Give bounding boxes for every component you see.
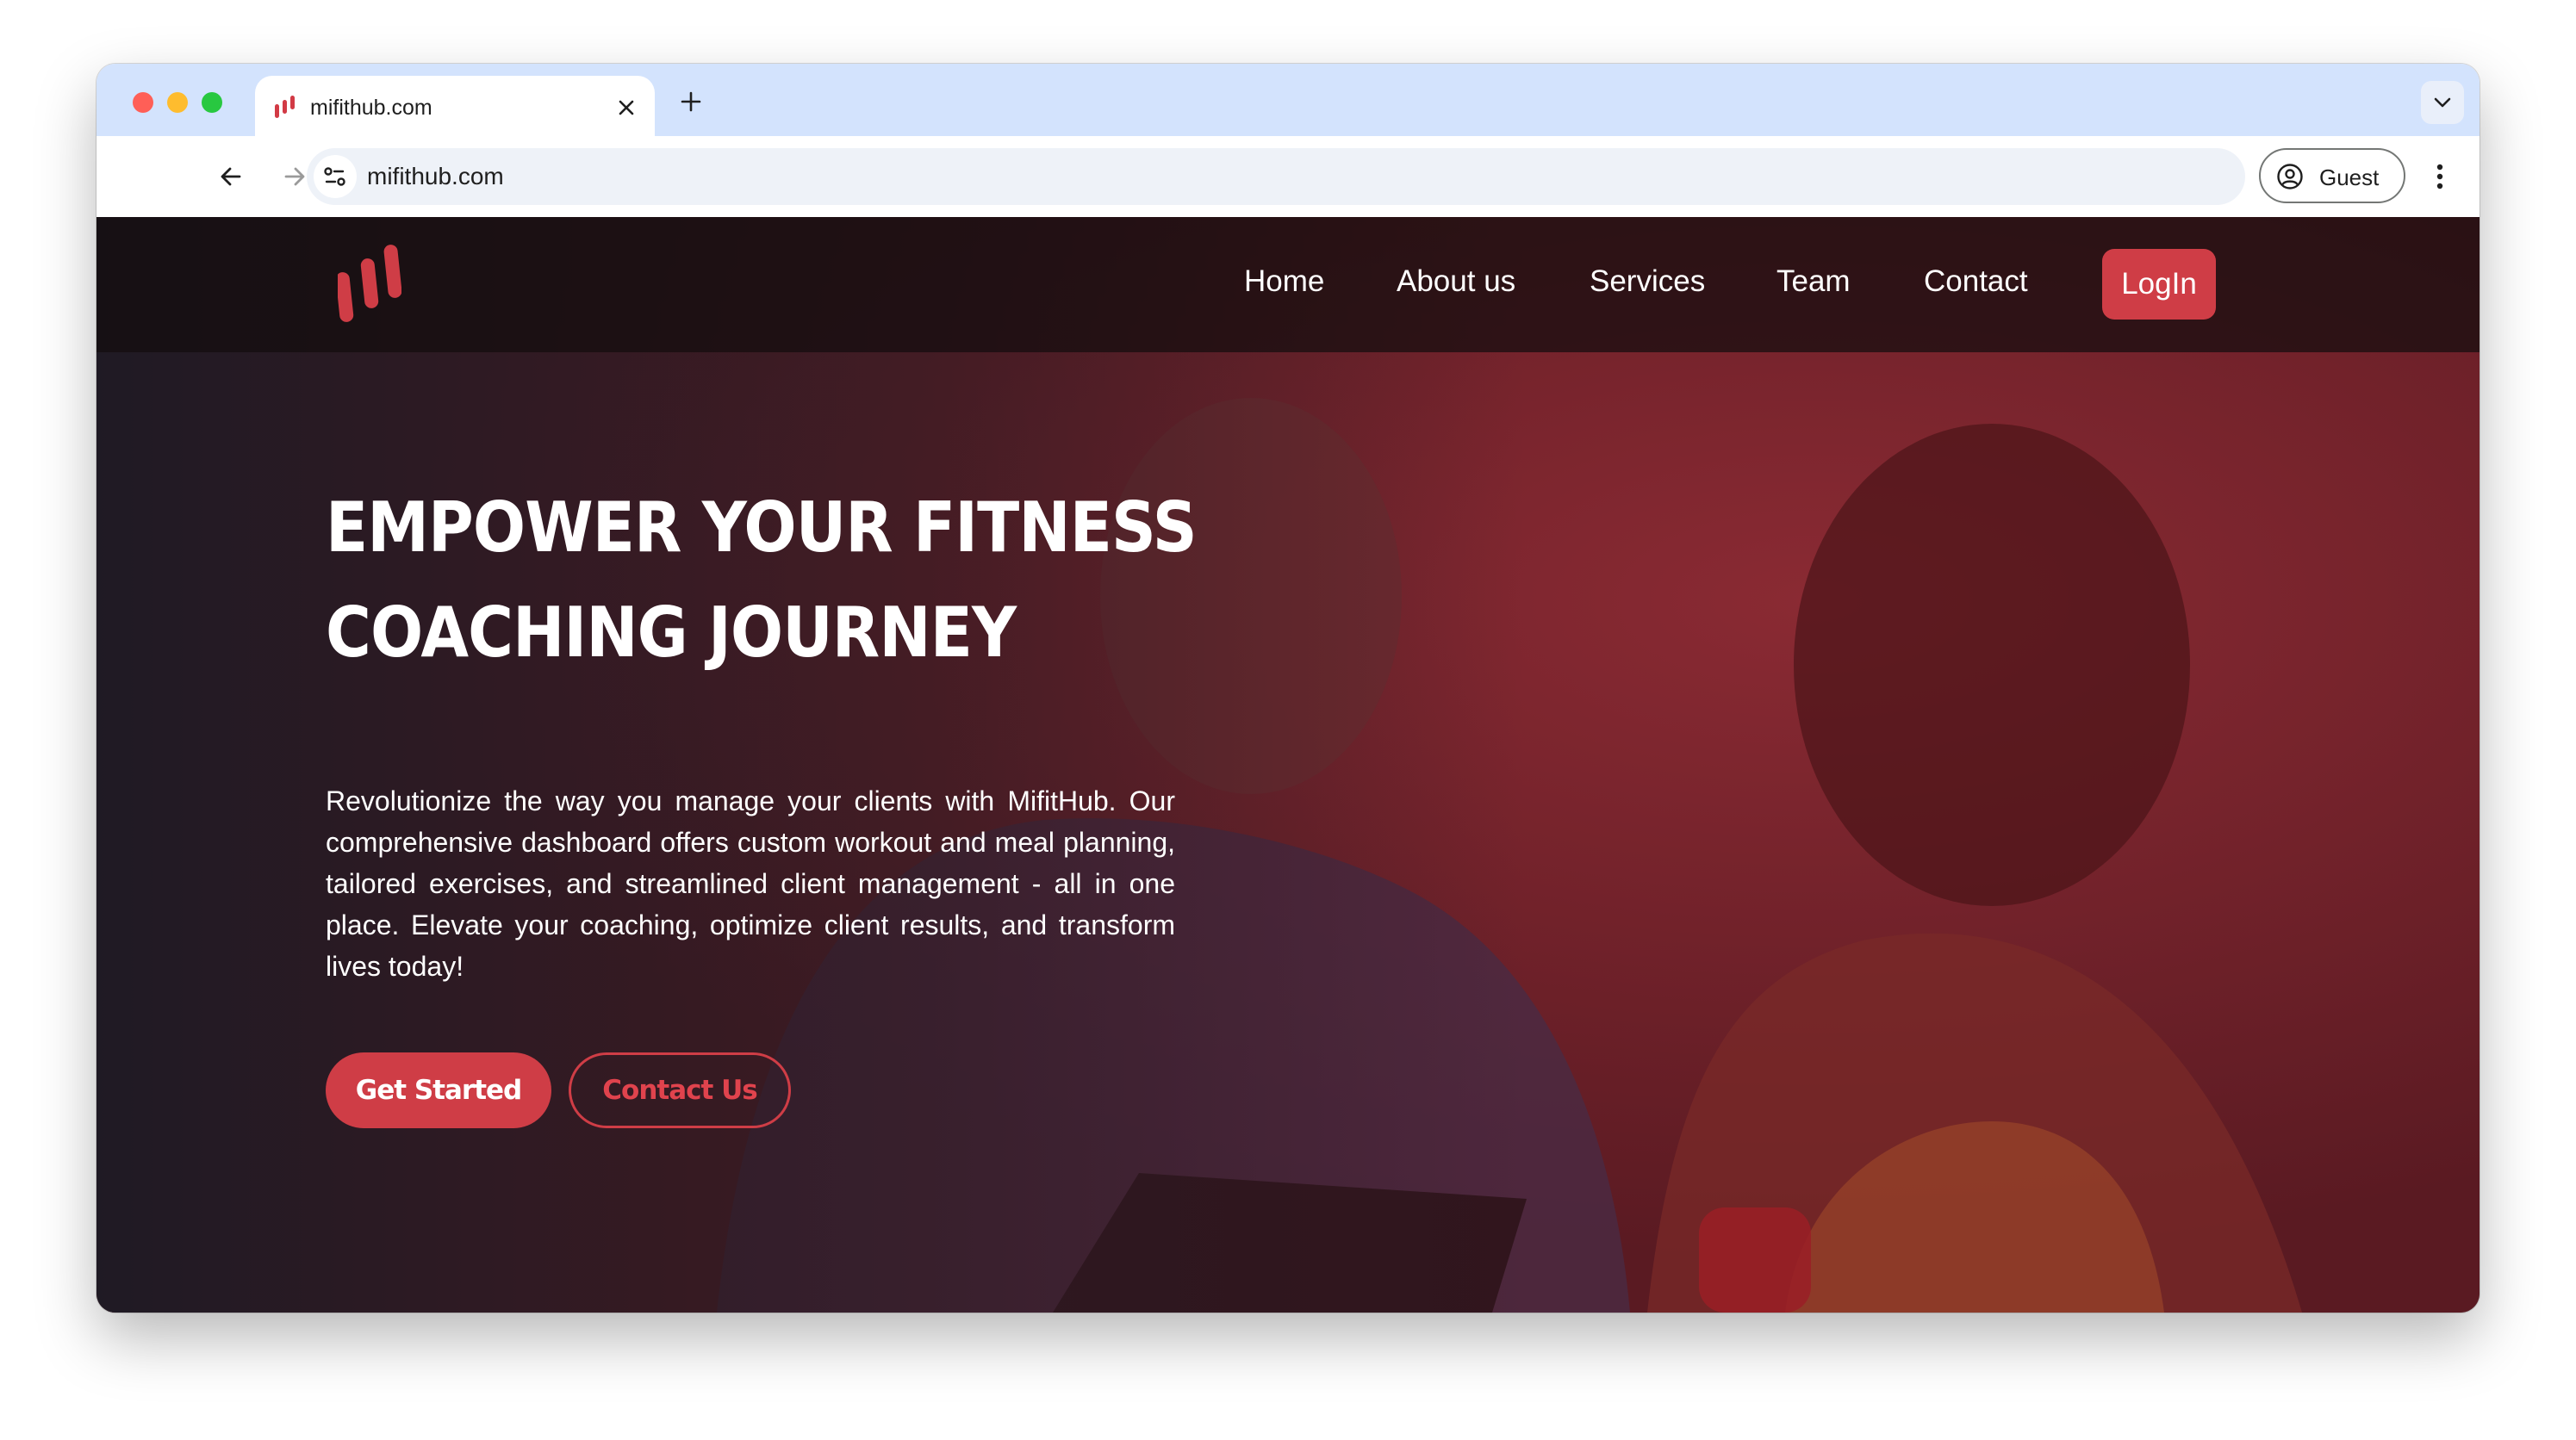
hero-background-image: [96, 217, 2480, 1313]
url-text: mifithub.com: [367, 163, 504, 189]
hero-title: EMPOWER YOUR FITNESS COACHING JOURNEY: [326, 475, 1198, 686]
contact-us-button[interactable]: Contact Us: [569, 1052, 791, 1128]
close-window-button[interactable]: [133, 92, 153, 113]
site-info-button[interactable]: [314, 155, 357, 198]
hero-title-line-1: EMPOWER YOUR FITNESS: [326, 487, 1198, 568]
get-started-button[interactable]: Get Started: [326, 1052, 551, 1128]
mifithub-logo-icon: [275, 96, 295, 118]
site-info-icon: [324, 167, 345, 186]
nav-home[interactable]: Home: [1244, 262, 1324, 301]
tab-strip: mifithub.com: [96, 64, 2480, 136]
site-header: Home About us Services Team Contact LogI…: [96, 217, 2480, 352]
chevron-down-icon: [2434, 97, 2451, 108]
browser-toolbar: mifithub.com Guest: [96, 136, 2480, 218]
hero-description: Revolutionize the way you manage your cl…: [326, 785, 1175, 982]
profile-label: Guest: [2319, 164, 2380, 190]
nav-about-us[interactable]: About us: [1397, 262, 1515, 301]
nav-services[interactable]: Services: [1590, 262, 1705, 301]
browser-window: mifithub.com mifithub.com Guest Home Abo…: [96, 64, 2480, 1313]
minimize-window-button[interactable]: [167, 92, 188, 113]
close-icon[interactable]: [612, 93, 641, 122]
plus-icon[interactable]: [674, 84, 708, 119]
login-button[interactable]: LogIn: [2102, 249, 2216, 320]
nav-team[interactable]: Team: [1776, 262, 1851, 301]
back-arrow-icon[interactable]: [214, 159, 248, 194]
tab-title: mifithub.com: [310, 96, 432, 120]
hero-title-line-2: COACHING JOURNEY: [326, 593, 1017, 673]
profile-button[interactable]: Guest: [2259, 148, 2405, 203]
address-bar[interactable]: mifithub.com: [307, 148, 2245, 205]
mifithub-logo[interactable]: [338, 243, 401, 327]
web-page: Home About us Services Team Contact LogI…: [96, 217, 2480, 1313]
tab-search-button[interactable]: [2421, 81, 2464, 124]
browser-tab-active[interactable]: mifithub.com: [255, 76, 655, 136]
maximize-window-button[interactable]: [202, 92, 222, 113]
more-vert-icon[interactable]: [2423, 158, 2457, 195]
nav-contact[interactable]: Contact: [1924, 262, 2028, 301]
account-circle-icon: [2277, 164, 2303, 189]
